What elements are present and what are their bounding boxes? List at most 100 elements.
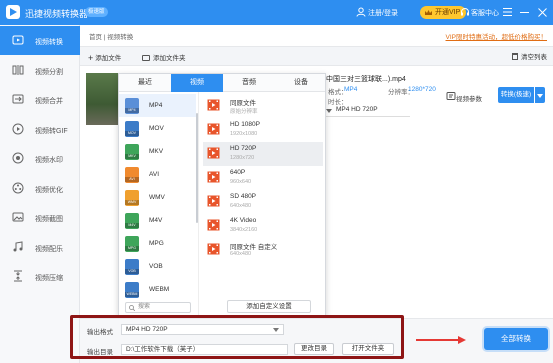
user-icon[interactable] bbox=[356, 7, 366, 17]
format-item-mpg[interactable]: MPG MPG bbox=[119, 232, 196, 255]
screenshot-icon bbox=[12, 212, 24, 222]
m4v-file-icon: M4V bbox=[125, 213, 139, 229]
app-logo-icon bbox=[6, 5, 20, 19]
format-name: AVI bbox=[149, 171, 159, 178]
format-item-mov[interactable]: MOV MOV bbox=[119, 117, 196, 140]
login-link[interactable]: 注册/登录 bbox=[368, 8, 398, 18]
sidebar-item-video-screenshot[interactable]: 视频截图 bbox=[0, 203, 80, 232]
headset-icon[interactable] bbox=[460, 7, 470, 17]
format-item-mp4[interactable]: MP4 MP4 bbox=[119, 94, 196, 117]
mpg-tag: MPG bbox=[125, 246, 139, 251]
vip-label: 开通VIP bbox=[435, 9, 461, 16]
sidebar-item-video-compress[interactable]: 视频压缩 bbox=[0, 262, 80, 291]
sidebar-item-video-merge[interactable]: 视频合并 bbox=[0, 85, 80, 114]
format-item-webm[interactable]: WEBM WEBM bbox=[119, 278, 196, 301]
mp4-tag: MP4 bbox=[125, 108, 139, 113]
sidebar-item-video-gif[interactable]: 视频转GIF bbox=[0, 115, 80, 144]
vob-file-icon: VOB bbox=[125, 259, 139, 275]
gif-icon bbox=[12, 123, 24, 135]
format-popup: 最近 视频 音频 设备 MP4 MP4 MOV MOV MKV MKV AVI … bbox=[118, 73, 326, 316]
format-name: MKV bbox=[149, 148, 164, 155]
file-name: 中国三对三篮球联...).mp4 bbox=[326, 76, 406, 83]
mpg-file-icon: MPG bbox=[125, 236, 139, 252]
sidebar-item-label: 视频截图 bbox=[35, 216, 63, 223]
webm-file-icon: WEBM bbox=[125, 282, 139, 298]
tab-audio[interactable]: 音频 bbox=[223, 74, 275, 92]
wmv-file-icon: WMV bbox=[125, 190, 139, 206]
add-folder-button[interactable]: 添加文件夹 bbox=[142, 52, 186, 62]
vob-tag: VOB bbox=[125, 269, 139, 274]
film-icon bbox=[207, 219, 220, 231]
preset-resolution: 原始分辨率 bbox=[230, 109, 258, 115]
add-custom-setting-button[interactable]: 添加自定义设置 bbox=[227, 300, 311, 313]
format-name: MOV bbox=[149, 125, 164, 132]
service-link[interactable]: 客服中心 bbox=[471, 8, 499, 18]
minimize-icon[interactable] bbox=[520, 8, 529, 17]
preset-resolution: 1280x720 bbox=[230, 155, 255, 161]
close-icon[interactable] bbox=[538, 8, 547, 17]
format-item-mkv[interactable]: MKV MKV bbox=[119, 140, 196, 163]
search-placeholder: 搜索 bbox=[138, 304, 151, 310]
preset-item[interactable]: 同原文件 自定义 640x480 bbox=[203, 238, 323, 262]
highlight-frame bbox=[70, 315, 404, 359]
format-tabs: 最近 视频 音频 设备 bbox=[119, 74, 325, 92]
video-params-icon[interactable] bbox=[446, 91, 456, 101]
format-item-avi[interactable]: AVI AVI bbox=[119, 163, 196, 186]
optimize-icon bbox=[12, 182, 24, 194]
tab-video[interactable]: 视频 bbox=[171, 74, 223, 92]
sidebar-item-label: 视频水印 bbox=[35, 157, 63, 164]
sidebar-item-video-music[interactable]: 视频配乐 bbox=[0, 233, 80, 262]
menu-icon[interactable] bbox=[503, 8, 512, 16]
format-name: MP4 bbox=[149, 102, 163, 109]
avi-tag: AVI bbox=[125, 177, 139, 182]
preset-name: 同原文件 自定义 bbox=[230, 244, 278, 251]
add-file-button[interactable]: + 添加文件 bbox=[88, 52, 121, 63]
sidebar-item-label: 视频分割 bbox=[35, 69, 63, 76]
sidebar-item-video-convert[interactable]: 视频转换 bbox=[0, 26, 80, 55]
split-icon bbox=[12, 65, 24, 75]
format-item-m4v[interactable]: M4V M4V bbox=[119, 209, 196, 232]
breadcrumb: 首页 | 视频转换 bbox=[89, 34, 134, 41]
convert-dropdown-button[interactable] bbox=[535, 87, 545, 103]
format-list-scrollbar[interactable] bbox=[196, 113, 198, 223]
music-icon bbox=[13, 241, 23, 252]
preset-name: 同原文件 bbox=[230, 100, 256, 107]
preset-item[interactable]: 同原文件 原始分辨率 bbox=[203, 94, 323, 118]
clear-list-label: 清空列表 bbox=[521, 54, 547, 61]
preset-item[interactable]: SD 480P 640x480 bbox=[203, 190, 323, 214]
preset-item[interactable]: 640P 960x640 bbox=[203, 166, 323, 190]
mkv-tag: MKV bbox=[125, 154, 139, 159]
sidebar-item-label: 视频配乐 bbox=[35, 246, 63, 253]
target-format-value: MP4 HD 720P bbox=[336, 106, 378, 113]
preset-item-selected[interactable]: HD 720P 1280x720 bbox=[203, 142, 323, 166]
sidebar: 视频转换 视频分割 视频合并 视频转GIF 视频水印 视频优化 视频截图 视频配… bbox=[0, 25, 80, 363]
format-search-input[interactable]: 搜索 bbox=[125, 302, 191, 313]
preset-list: 同原文件 原始分辨率 HD 1080P 1920x1080 HD 720P 12… bbox=[203, 92, 325, 315]
sidebar-item-video-split[interactable]: 视频分割 bbox=[0, 56, 80, 85]
preset-item[interactable]: HD 1080P 1920x1080 bbox=[203, 118, 323, 142]
video-params-label[interactable]: 视频参数 bbox=[456, 93, 482, 103]
convert-button[interactable]: 转换(极速) bbox=[498, 87, 534, 103]
convert-all-button[interactable]: 全部转换 bbox=[484, 328, 548, 350]
preset-name: SD 480P bbox=[230, 193, 257, 200]
target-format-select[interactable]: MP4 HD 720P bbox=[324, 106, 410, 117]
promo-link[interactable]: VIP限时特惠活动，超低价格购买！ bbox=[446, 31, 547, 41]
clear-list-button[interactable]: 清空列表 bbox=[512, 51, 547, 61]
app-title: 迅捷视频转换器 bbox=[25, 9, 89, 19]
mp4-file-icon: MP4 bbox=[125, 98, 139, 114]
tab-recent[interactable]: 最近 bbox=[119, 74, 171, 92]
sidebar-item-video-optimize[interactable]: 视频优化 bbox=[0, 174, 80, 203]
format-name: MPG bbox=[149, 240, 164, 247]
format-item-vob[interactable]: VOB VOB bbox=[119, 255, 196, 278]
format-item-wmv[interactable]: WMV WMV bbox=[119, 186, 196, 209]
format-name: WMV bbox=[149, 194, 165, 201]
sidebar-item-video-watermark[interactable]: 视频水印 bbox=[0, 144, 80, 173]
tab-device[interactable]: 设备 bbox=[275, 74, 327, 92]
video-convert-icon bbox=[12, 35, 24, 45]
mov-tag: MOV bbox=[125, 131, 139, 136]
preset-item[interactable]: 4K Video 3840x2160 bbox=[203, 214, 323, 238]
crown-icon bbox=[425, 10, 432, 15]
watermark-icon bbox=[12, 152, 24, 164]
film-icon bbox=[207, 171, 220, 183]
wmv-tag: WMV bbox=[125, 200, 139, 205]
